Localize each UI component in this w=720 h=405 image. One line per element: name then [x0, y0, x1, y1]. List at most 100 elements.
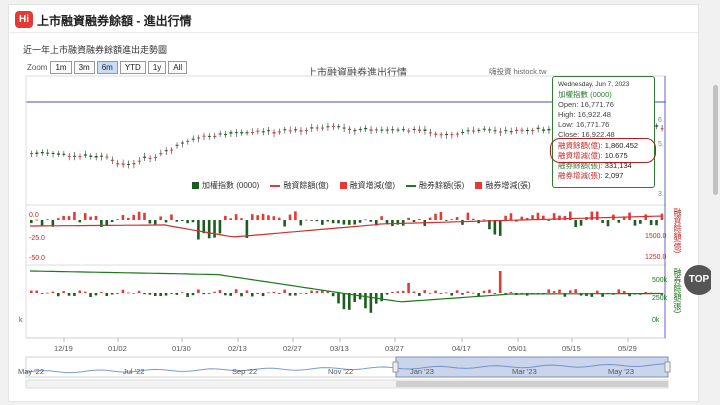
candle-body: [229, 132, 233, 134]
margin-change-bar: [310, 220, 313, 221]
margin-change-bar: [504, 215, 507, 220]
x-tick-label: 02/27: [283, 344, 302, 353]
tooltip-open: Open: 16,771.76: [558, 100, 614, 110]
short-change-bar: [466, 291, 470, 293]
margin-change-bar: [418, 219, 421, 220]
candle-body: [240, 132, 244, 134]
candle-body: [509, 131, 513, 133]
panel3-right-tick: 0k: [652, 317, 660, 324]
candle-body: [35, 152, 39, 154]
x-tick-label: 03/13: [330, 344, 349, 353]
margin-change-bar: [590, 211, 594, 220]
legend-item-short-change[interactable]: 融券增減(張): [475, 180, 531, 191]
candle-body: [256, 130, 260, 132]
margin-change-bar: [536, 212, 540, 220]
candle-body: [315, 127, 319, 129]
short-change-bar: [116, 293, 119, 294]
candle-body: [542, 129, 546, 131]
candle-body: [224, 134, 228, 136]
margin-change-bar: [628, 212, 631, 220]
short-change-bar: [78, 290, 82, 293]
navigator-scroll-thumb: [396, 381, 668, 387]
margin-balance-line: [30, 215, 661, 238]
panel2-left-tick: 0.0: [29, 212, 39, 219]
candle-body: [358, 128, 362, 130]
margin-change-bar: [94, 215, 98, 220]
candle-body: [515, 129, 519, 131]
margin-change-bar: [649, 220, 653, 226]
margin-change-bar: [331, 220, 335, 224]
margin-change-bar: [428, 217, 432, 220]
x-tick-label: 12/19: [54, 344, 73, 353]
short-change-bar: [56, 293, 60, 297]
navigator-tick-label: Mar '23: [512, 367, 537, 376]
margin-change-bar: [434, 213, 437, 220]
panel3-right-tick: 250k: [652, 295, 668, 302]
margin-change-bar: [358, 220, 362, 223]
candle-body: [73, 155, 77, 157]
margin-change-bar: [633, 220, 637, 226]
short-change-bar: [445, 292, 448, 294]
short-change-bar: [348, 293, 351, 310]
panel3-right-tick: 500k: [652, 277, 668, 284]
margin-change-bar: [46, 219, 49, 221]
margin-change-bar: [380, 216, 383, 220]
margin-change-bar: [191, 220, 195, 223]
candle-body: [288, 130, 292, 132]
short-change-bar: [137, 290, 141, 293]
short-change-bar: [574, 289, 577, 293]
candle-body: [245, 132, 249, 134]
candle-body: [477, 129, 481, 131]
candle-body: [78, 156, 82, 158]
short-change-bar: [229, 293, 233, 296]
short-change-bar: [218, 290, 222, 293]
margin-change-bar: [116, 219, 119, 220]
legend-item-margin-balance[interactable]: 融資餘額(億): [270, 180, 329, 191]
margin-change-bar: [110, 220, 114, 222]
candle-body: [407, 130, 411, 132]
legend-item-margin-change[interactable]: 融資增減(億): [339, 180, 395, 191]
short-change-bar: [197, 289, 200, 293]
margin-change-bar: [509, 213, 513, 220]
margin-change-bar: [337, 220, 340, 224]
panel1-right-tick: 6.: [658, 117, 664, 124]
short-change-bar: [283, 289, 286, 293]
short-change-bar: [509, 292, 513, 293]
margin-change-bar: [574, 220, 577, 228]
candle-body: [175, 144, 179, 146]
margin-change-bar: [579, 220, 583, 226]
margin-change-bar: [121, 215, 125, 220]
candle-body: [148, 157, 152, 159]
margin-change-bar: [304, 219, 308, 221]
margin-change-bar: [288, 214, 292, 220]
margin-change-bar: [563, 215, 567, 220]
margin-change-bar: [369, 220, 373, 222]
margin-change-bar: [617, 220, 621, 223]
candle-body: [191, 138, 195, 140]
x-tick-label: 05/01: [508, 344, 527, 353]
margin-change-bar: [294, 211, 297, 220]
navigator-tick-label: May '22: [18, 367, 44, 376]
candle-body: [294, 129, 298, 131]
legend-item-index[interactable]: 加權指數 (0000): [192, 180, 259, 191]
page-scrollbar[interactable]: [711, 0, 720, 405]
candle-body: [391, 129, 395, 131]
candle-body: [488, 129, 492, 131]
back-to-top-button[interactable]: TOP: [684, 265, 714, 295]
chart-svg[interactable]: 6. 5. 3. 0.0 -25.0 -50.0 1500.0 1250.0 500k 250…: [0, 0, 720, 405]
margin-change-bar: [89, 216, 92, 220]
candle-body: [461, 131, 465, 134]
short-change-bar: [488, 289, 491, 293]
short-change-bar: [261, 293, 265, 297]
margin-change-bar: [180, 220, 184, 221]
x-tick-label: 03/27: [385, 344, 404, 353]
margin-change-bar: [250, 214, 254, 220]
margin-change-bar: [326, 220, 330, 222]
margin-change-bar: [73, 212, 76, 220]
short-change-bar: [380, 293, 383, 302]
short-change-bar: [617, 289, 621, 293]
scrollbar-thumb[interactable]: [713, 85, 718, 195]
legend-item-short-balance[interactable]: 融券餘額(張): [406, 180, 464, 191]
margin-balance-ylabel: 融資餘額(億): [673, 208, 682, 254]
margin-change-bar: [186, 220, 189, 224]
